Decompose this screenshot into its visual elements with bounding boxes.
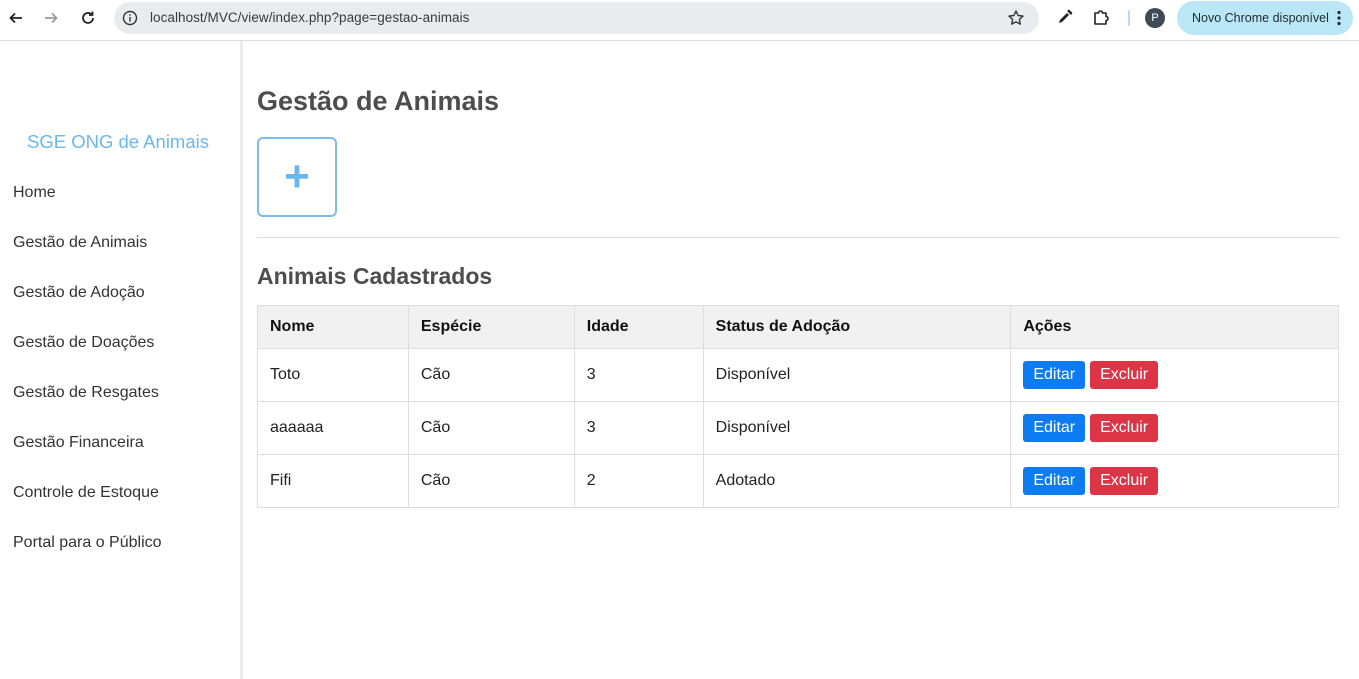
edit-button[interactable]: Editar bbox=[1023, 414, 1086, 442]
table-row: Toto Cão 3 Disponível Editar Excluir bbox=[257, 348, 1339, 402]
back-button[interactable] bbox=[4, 6, 28, 30]
header-status: Status de Adoção bbox=[702, 305, 1012, 349]
browser-toolbar: localhost/MVC/view/index.php?page=gestao… bbox=[0, 0, 1359, 36]
table-header-row: Nome Espécie Idade Status de Adoção Açõe… bbox=[257, 305, 1339, 349]
cell-especie: Cão bbox=[407, 401, 575, 455]
edit-button[interactable]: Editar bbox=[1023, 467, 1086, 495]
info-icon[interactable] bbox=[122, 10, 138, 26]
reload-button[interactable] bbox=[76, 6, 100, 30]
delete-button[interactable]: Excluir bbox=[1090, 361, 1159, 389]
sidebar-item-gestao-financeira[interactable]: Gestão Financeira bbox=[13, 433, 162, 483]
chrome-update-button[interactable]: Novo Chrome disponível bbox=[1177, 1, 1353, 35]
cell-nome: Toto bbox=[257, 348, 409, 402]
sidebar: SGE ONG de Animais Home Gestão de Animai… bbox=[0, 41, 243, 679]
forward-button[interactable] bbox=[39, 6, 63, 30]
plus-icon: + bbox=[284, 152, 310, 201]
cell-idade: 3 bbox=[573, 401, 704, 455]
sidebar-item-portal-publico[interactable]: Portal para o Público bbox=[13, 533, 162, 583]
sidebar-menu: Home Gestão de Animais Gestão de Adoção … bbox=[13, 183, 162, 583]
delete-button[interactable]: Excluir bbox=[1090, 414, 1159, 442]
section-divider bbox=[257, 237, 1339, 238]
cell-status: Disponível bbox=[702, 401, 1012, 455]
cell-status: Adotado bbox=[702, 454, 1012, 508]
page-title: Gestão de Animais bbox=[257, 86, 500, 116]
sidebar-item-gestao-resgates[interactable]: Gestão de Resgates bbox=[13, 383, 162, 433]
cell-idade: 3 bbox=[573, 348, 704, 402]
profile-avatar[interactable]: P bbox=[1145, 8, 1165, 28]
sidebar-item-gestao-doacoes[interactable]: Gestão de Doações bbox=[13, 333, 162, 383]
delete-button[interactable]: Excluir bbox=[1090, 467, 1159, 495]
address-bar[interactable]: localhost/MVC/view/index.php?page=gestao… bbox=[114, 2, 1039, 34]
animals-table: Nome Espécie Idade Status de Adoção Açõe… bbox=[257, 305, 1339, 508]
arrow-left-icon bbox=[9, 12, 22, 24]
star-icon[interactable] bbox=[1007, 9, 1025, 27]
cell-status: Disponível bbox=[702, 348, 1012, 402]
kebab-menu-icon[interactable] bbox=[1337, 10, 1341, 26]
table-row: Fifi Cão 2 Adotado Editar Excluir bbox=[257, 454, 1339, 508]
sidebar-item-gestao-animais[interactable]: Gestão de Animais bbox=[13, 233, 162, 283]
sidebar-item-controle-estoque[interactable]: Controle de Estoque bbox=[13, 483, 162, 533]
cell-nome: Fifi bbox=[257, 454, 409, 508]
arrow-right-icon bbox=[45, 12, 58, 24]
header-acoes: Ações bbox=[1010, 305, 1339, 349]
section-title: Animais Cadastrados bbox=[257, 263, 493, 289]
extensions-icon[interactable] bbox=[1092, 8, 1110, 26]
url-text[interactable]: localhost/MVC/view/index.php?page=gestao… bbox=[150, 10, 469, 25]
cell-nome: aaaaaa bbox=[257, 401, 409, 455]
cell-acoes: Editar Excluir bbox=[1010, 454, 1339, 508]
cell-especie: Cão bbox=[407, 454, 575, 508]
update-label: Novo Chrome disponível bbox=[1192, 11, 1329, 25]
table-row: aaaaaa Cão 3 Disponível Editar Excluir bbox=[257, 401, 1339, 455]
cell-especie: Cão bbox=[407, 348, 575, 402]
add-animal-button[interactable]: + bbox=[257, 137, 337, 217]
header-idade: Idade bbox=[573, 305, 704, 349]
sidebar-item-gestao-adocao[interactable]: Gestão de Adoção bbox=[13, 283, 162, 333]
edit-button[interactable]: Editar bbox=[1023, 361, 1086, 389]
cell-acoes: Editar Excluir bbox=[1010, 348, 1339, 402]
reload-icon bbox=[82, 11, 94, 24]
header-especie: Espécie bbox=[407, 305, 575, 349]
eyedropper-icon[interactable] bbox=[1056, 8, 1074, 26]
cell-acoes: Editar Excluir bbox=[1010, 401, 1339, 455]
cell-idade: 2 bbox=[573, 454, 704, 508]
header-nome: Nome bbox=[257, 305, 409, 349]
toolbar-divider bbox=[1128, 10, 1130, 26]
brand-title[interactable]: SGE ONG de Animais bbox=[0, 131, 236, 153]
sidebar-item-home[interactable]: Home bbox=[13, 183, 162, 233]
